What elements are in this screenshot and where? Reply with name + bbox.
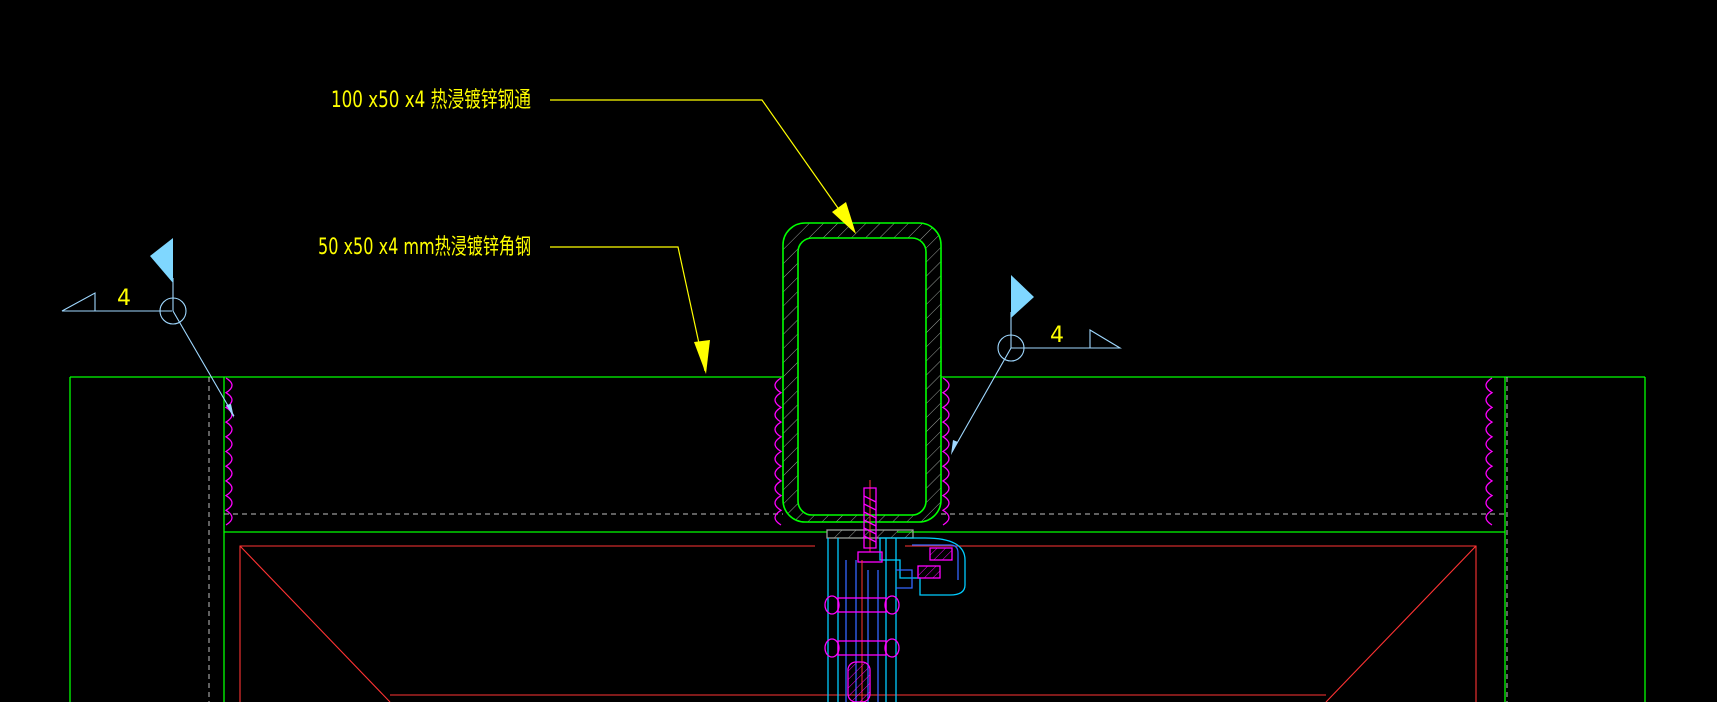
flag-icon bbox=[150, 238, 173, 283]
weld-size-right: 4 bbox=[1050, 323, 1064, 348]
angle-steel-label: 50 x50 x4 mm热浸镀锌角钢 bbox=[318, 235, 531, 260]
weld-symbol-right bbox=[951, 275, 1122, 455]
flag-icon bbox=[1011, 275, 1034, 318]
weld-bead-tube-right bbox=[941, 377, 950, 526]
steel-tube-section bbox=[782, 222, 942, 523]
weld-bead-tube-left bbox=[774, 377, 783, 526]
weld-size-left: 4 bbox=[117, 286, 131, 311]
weld-bead-right-frame bbox=[1485, 377, 1494, 526]
steel-tube-label: 100 x50 x4 热浸镀锌钢通 bbox=[331, 88, 531, 113]
weld-bead-left-frame bbox=[224, 377, 233, 526]
weld-symbol-left bbox=[61, 238, 235, 418]
cad-drawing-canvas: 100 x50 x4 热浸镀锌钢通 50 x50 x4 mm热浸镀锌角钢 4 4 bbox=[61, 88, 1646, 702]
